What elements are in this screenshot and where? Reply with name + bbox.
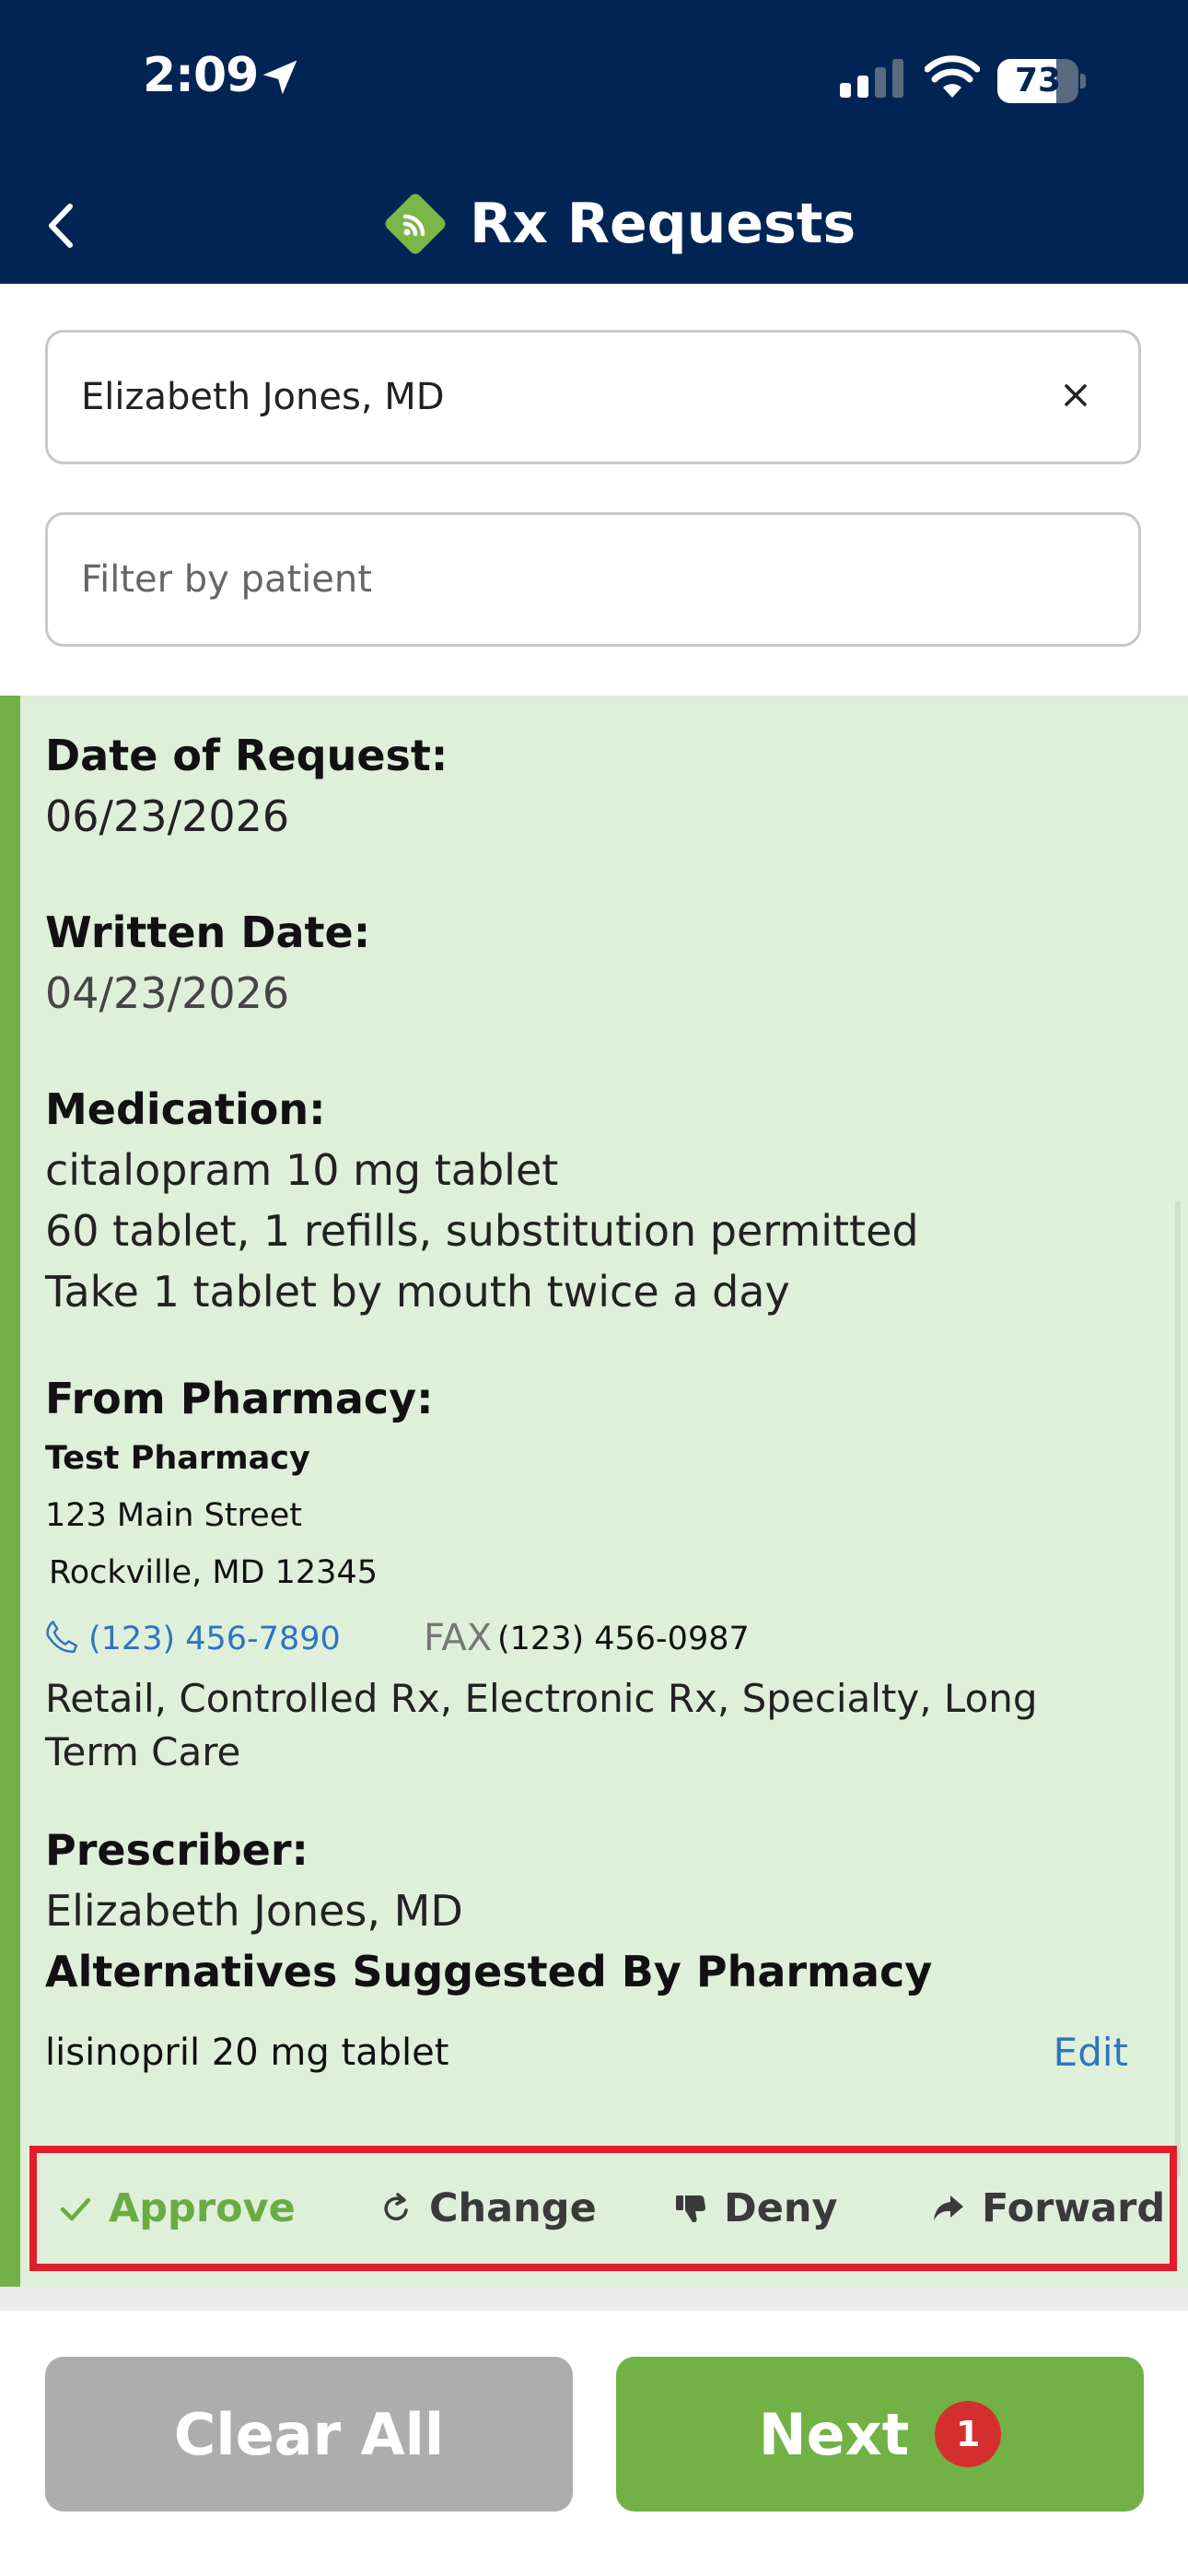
app-header: 2:09 73 Rx Requests (0, 0, 1188, 284)
from-pharmacy-label: From Pharmacy: (45, 1374, 434, 1423)
written-date-label: Written Date: (45, 907, 371, 957)
clear-all-label: Clear All (173, 2400, 445, 2468)
card-accent-stripe (0, 696, 20, 2287)
pharmacy-city: Rockville, MD 12345 (49, 1554, 378, 1591)
date-of-request-value: 06/23/2026 (45, 791, 290, 841)
forward-label: Forward (982, 2185, 1166, 2231)
edit-alternative-link[interactable]: Edit (1054, 2030, 1128, 2075)
thumbs-down-icon (676, 2195, 706, 2222)
alternative-medication: lisinopril 20 mg tablet (45, 2032, 449, 2074)
clear-icon[interactable] (1057, 377, 1094, 414)
change-button[interactable]: Change (378, 2153, 597, 2264)
page-title: Rx Requests (470, 192, 856, 256)
patient-filter-input[interactable]: Filter by patient (45, 512, 1141, 647)
checkmark-icon (60, 2197, 91, 2221)
scrollbar[interactable] (1175, 1200, 1181, 2177)
pharmacy-types: Retail, Controlled Rx, Electronic Rx, Sp… (45, 1676, 1038, 1774)
fax-label: FAX (424, 1617, 493, 1659)
medication-name: citalopram 10 mg tablet (45, 1145, 559, 1195)
alternatives-heading: Alternatives Suggested By Pharmacy (45, 1947, 933, 1996)
pharmacy-phone-link[interactable]: (123) 456-7890 (88, 1621, 341, 1657)
medication-quantity: 60 tablet, 1 refills, substitution permi… (45, 1206, 919, 1256)
prescriber-name: Elizabeth Jones, MD (45, 1886, 463, 1936)
medication-label: Medication: (45, 1084, 326, 1134)
patient-filter-placeholder: Filter by patient (81, 558, 372, 601)
forward-button[interactable]: Forward (930, 2153, 1165, 2264)
change-label: Change (429, 2185, 597, 2231)
cellular-signal-icon (840, 59, 903, 98)
prescriber-filter-field[interactable]: Elizabeth Jones, MD (45, 330, 1141, 464)
pending-count-badge: 1 (935, 2401, 1002, 2467)
pharmacy-name: Test Pharmacy (45, 1440, 310, 1477)
share-arrow-icon (934, 2195, 963, 2220)
prescriber-filter-value: Elizabeth Jones, MD (81, 376, 445, 418)
location-arrow-icon (262, 60, 297, 95)
medication-sig: Take 1 tablet by mouth twice a day (45, 1267, 790, 1317)
footer-divider (0, 2287, 1188, 2311)
app-logo-icon (385, 193, 446, 254)
wifi-icon (925, 55, 980, 98)
clear-all-button[interactable]: Clear All (45, 2357, 573, 2512)
pharmacy-street: 123 Main Street (45, 1497, 302, 1534)
written-date-value: 04/23/2026 (45, 968, 290, 1018)
deny-label: Deny (724, 2185, 838, 2231)
battery-indicator: 73 (997, 59, 1086, 103)
phone-icon[interactable] (42, 1617, 81, 1657)
deny-button[interactable]: Deny (672, 2153, 838, 2264)
approve-label: Approve (109, 2185, 296, 2231)
back-chevron-icon[interactable] (37, 193, 83, 258)
prescriber-label: Prescriber: (45, 1825, 309, 1875)
date-of-request-label: Date of Request: (45, 731, 448, 780)
next-button[interactable]: Next 1 (616, 2357, 1144, 2512)
rx-request-card: Date of Request: 06/23/2026 Written Date… (0, 696, 1188, 2287)
refresh-icon (384, 2193, 408, 2221)
pharmacy-fax: (123) 456-0987 (497, 1621, 750, 1657)
approve-button[interactable]: Approve (57, 2153, 296, 2264)
status-time: 2:09 (143, 48, 259, 103)
battery-level: 73 (1014, 62, 1062, 100)
action-bar: Approve Change Deny Forward (29, 2146, 1177, 2271)
next-label: Next (758, 2400, 910, 2468)
